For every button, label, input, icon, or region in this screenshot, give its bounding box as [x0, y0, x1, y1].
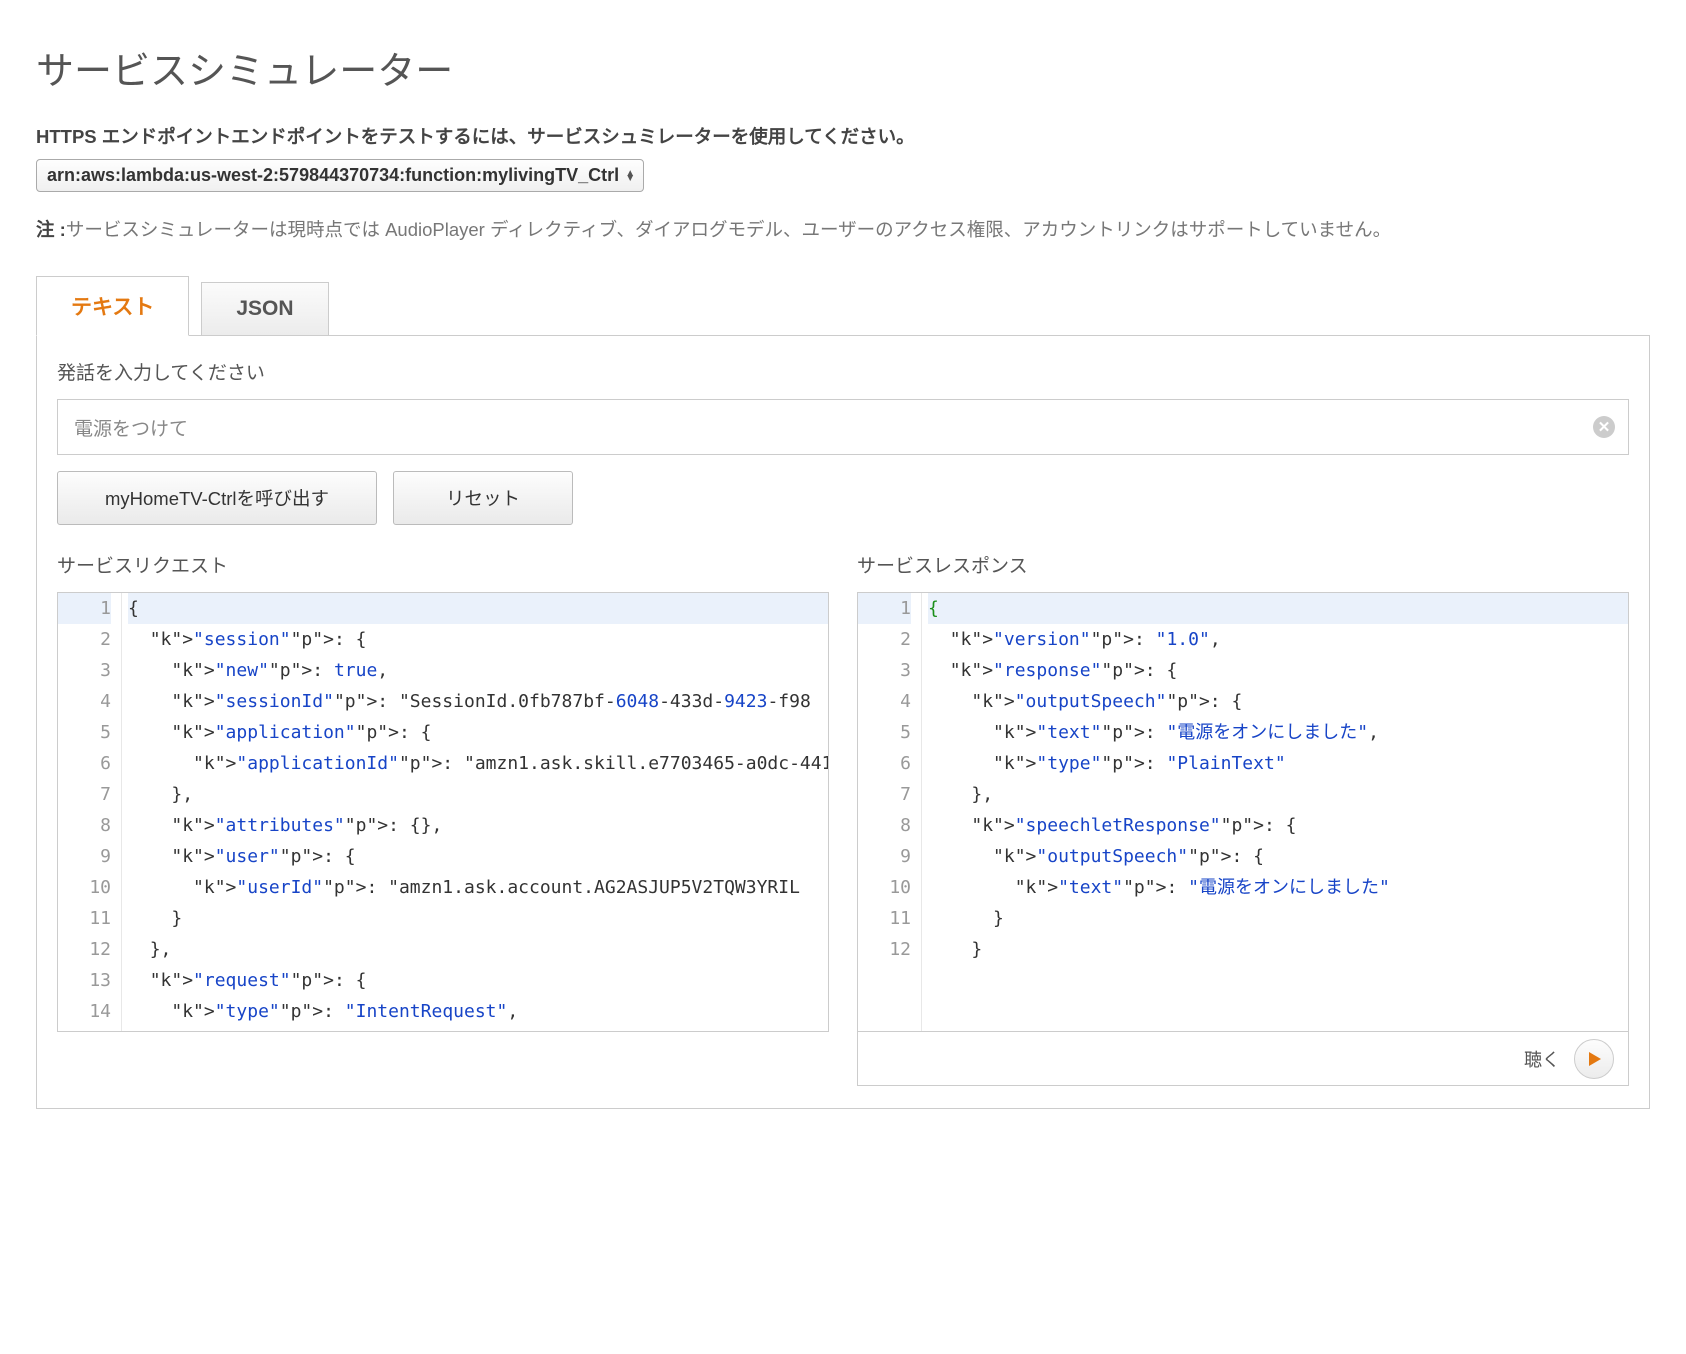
code-line: "k">"type""p">: "IntentRequest", [128, 996, 828, 1027]
code-line: "k">"text""p">: "電源をオンにしました" [928, 872, 1628, 903]
reset-button[interactable]: リセット [393, 471, 573, 525]
code-line: "k">"outputSpeech""p">: { [928, 686, 1628, 717]
tab-json[interactable]: JSON [201, 282, 328, 336]
code-line: "k">"userId""p">: "amzn1.ask.account.AG2… [128, 872, 828, 903]
tab-text[interactable]: テキスト [36, 276, 189, 336]
note-body: サービスシミュレーターは現時点では AudioPlayer ディレクティブ、ダイ… [66, 219, 1391, 240]
code-line: }, [128, 934, 828, 965]
note-label: 注 : [36, 219, 66, 240]
code-line: }, [928, 779, 1628, 810]
code-line: "k">"request""p">: { [128, 965, 828, 996]
listen-label: 聴く [1524, 1046, 1560, 1072]
code-line: "k">"sessionId""p">: "SessionId.0fb787bf… [128, 686, 828, 717]
utterance-label: 発話を入力してください [57, 358, 1629, 385]
code-line: "k">"application""p">: { [128, 717, 828, 748]
code-line: "k">"version""p">: "1.0", [928, 624, 1628, 655]
tab-bar: テキスト JSON [36, 275, 1650, 335]
code-line: "k">"new""p">: true, [128, 655, 828, 686]
code-line: } [928, 934, 1628, 965]
listen-bar: 聴く [857, 1032, 1629, 1086]
invoke-button[interactable]: myHomeTV-Ctrlを呼び出す [57, 471, 377, 525]
code-line: "k">"attributes""p">: {}, [128, 810, 828, 841]
chevron-updown-icon: ▲▼ [625, 171, 635, 181]
code-line: { [128, 593, 828, 624]
response-title: サービスレスポンス [857, 551, 1629, 578]
code-line: "k">"speechletResponse""p">: { [928, 810, 1628, 841]
play-icon [1586, 1051, 1602, 1067]
code-line: "k">"text""p">: "電源をオンにしました", [928, 717, 1628, 748]
endpoint-select[interactable]: arn:aws:lambda:us-west-2:579844370734:fu… [36, 159, 644, 192]
response-code-box[interactable]: 123456789101112 { "k">"version""p">: "1.… [857, 592, 1629, 1032]
code-line: { [928, 593, 1628, 624]
code-line: "k">"response""p">: { [928, 655, 1628, 686]
play-button[interactable] [1574, 1039, 1614, 1079]
note-text: 注 :サービスシミュレーターは現時点では AudioPlayer ディレクティブ… [36, 214, 1650, 245]
endpoint-label: HTTPS エンドポイントエンドポイントをテストするには、サービスシュミレーター… [36, 123, 1650, 149]
code-line: "k">"user""p">: { [128, 841, 828, 872]
code-line: }, [128, 779, 828, 810]
code-line: "k">"outputSpeech""p">: { [928, 841, 1628, 872]
utterance-input[interactable] [57, 399, 1629, 455]
code-line: } [128, 903, 828, 934]
code-line: "k">"session""p">: { [128, 624, 828, 655]
code-line: "k">"type""p">: "PlainText" [928, 748, 1628, 779]
clear-icon[interactable]: ✕ [1593, 416, 1615, 438]
page-title: サービスシミュレーター [36, 40, 1650, 95]
request-code-box[interactable]: 1234567891011121314 { "k">"session""p">:… [57, 592, 829, 1032]
simulator-panel: 発話を入力してください ✕ myHomeTV-Ctrlを呼び出す リセット サー… [36, 335, 1650, 1109]
code-line: } [928, 903, 1628, 934]
code-line: "k">"applicationId""p">: "amzn1.ask.skil… [128, 748, 828, 779]
endpoint-selected-value: arn:aws:lambda:us-west-2:579844370734:fu… [47, 165, 619, 186]
request-title: サービスリクエスト [57, 551, 829, 578]
